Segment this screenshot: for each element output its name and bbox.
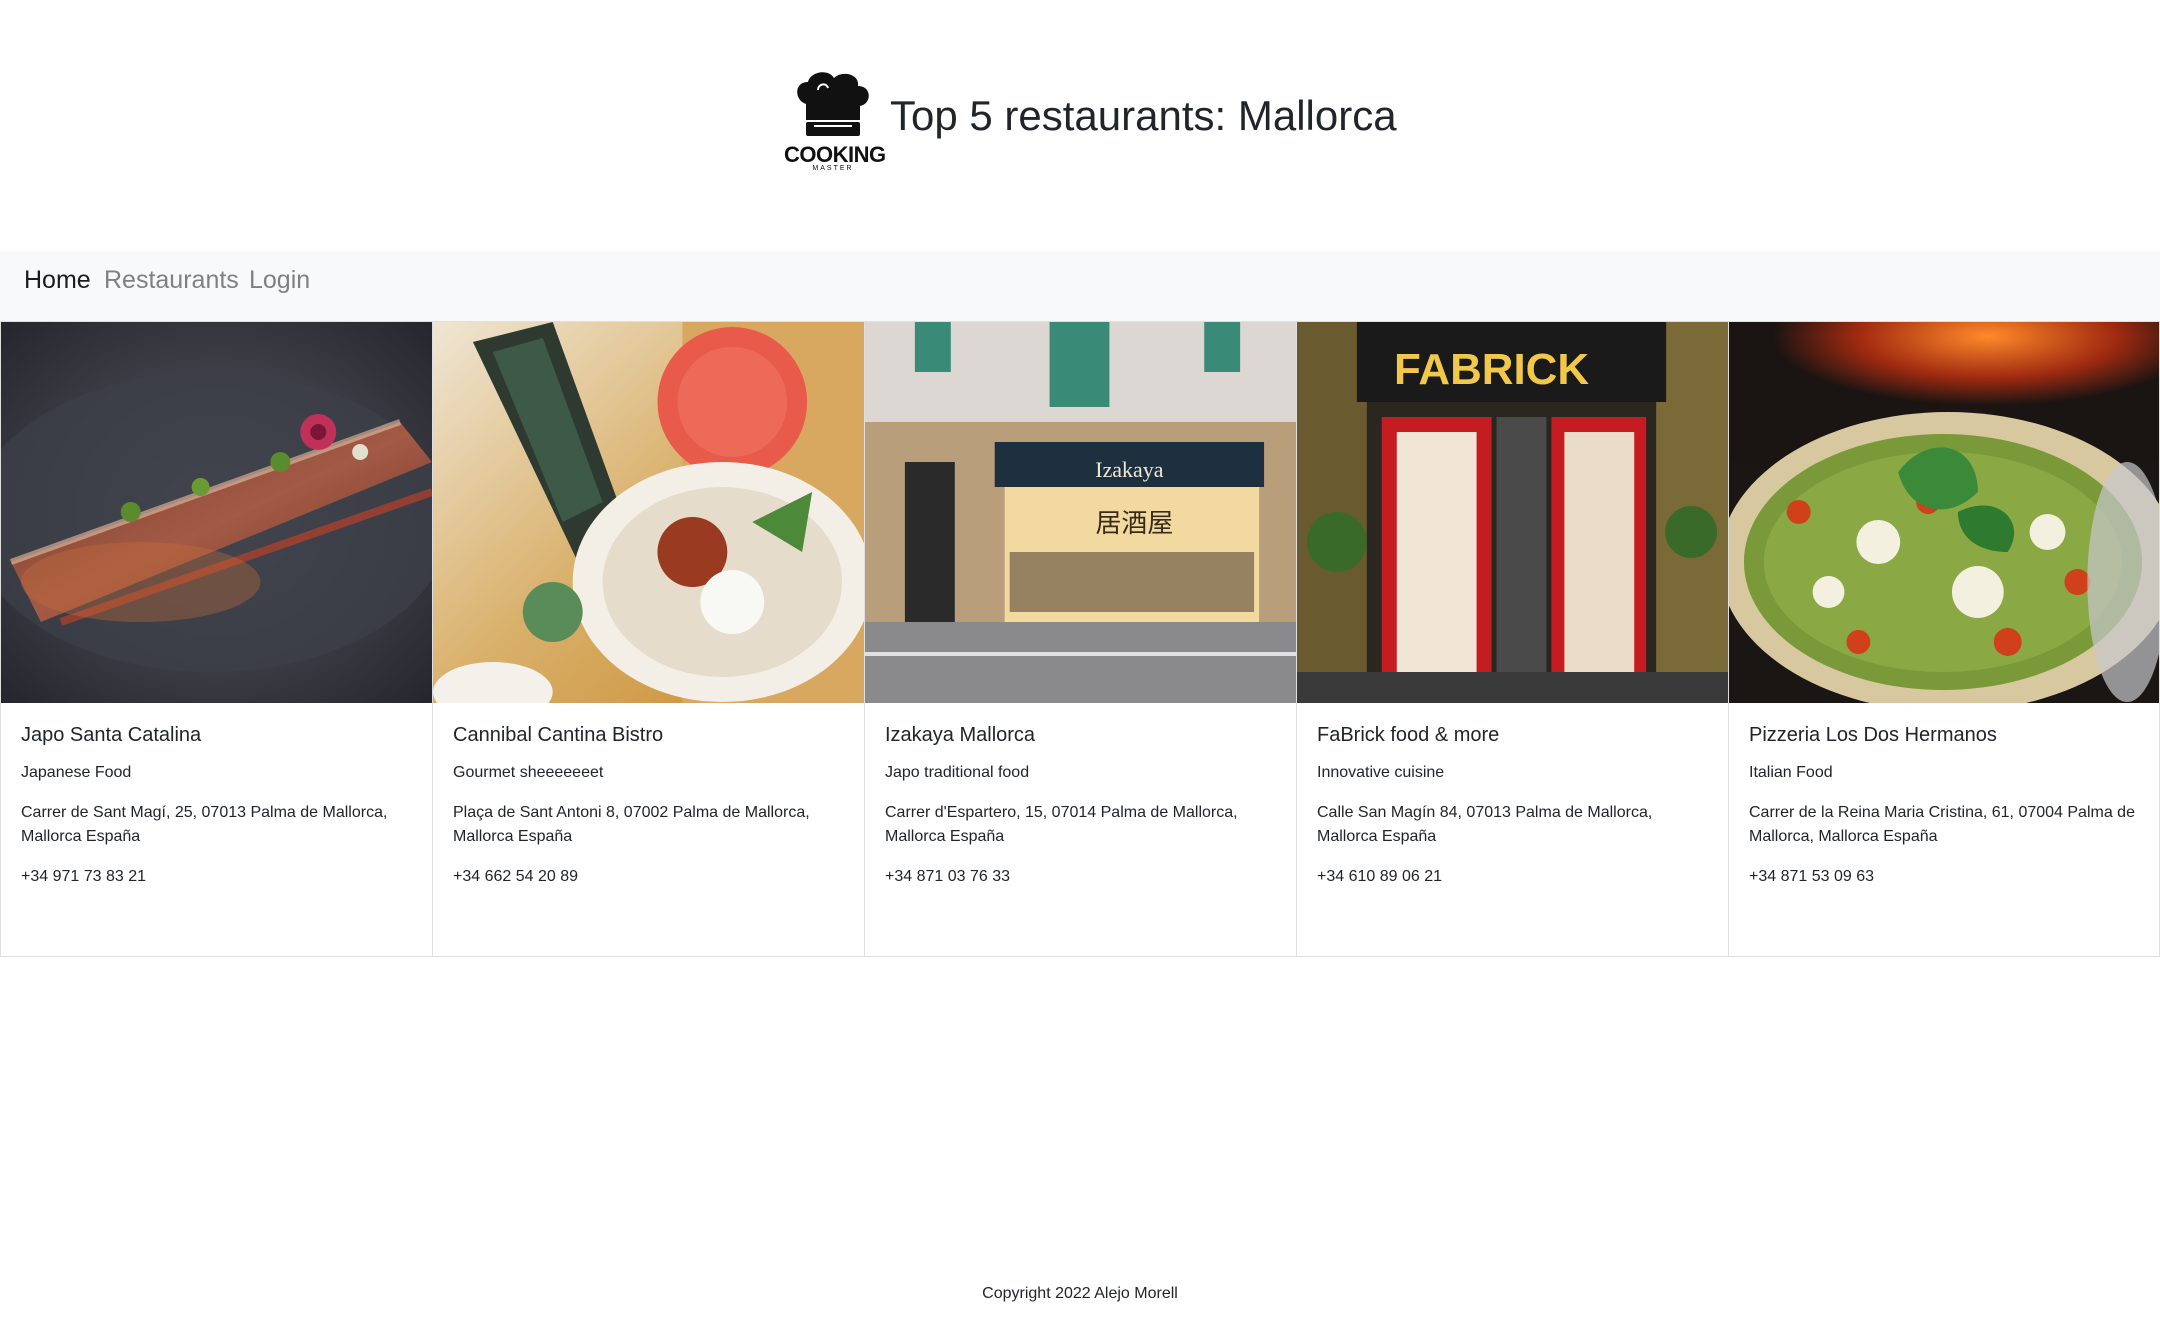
izakaya-kanji-text: 居酒屋 <box>1095 509 1173 539</box>
restaurant-name: Izakaya Mallorca <box>885 724 1036 746</box>
restaurant-card[interactable]: Pizzeria Los Dos Hermanos Italian Food C… <box>1728 321 2160 957</box>
page-title: Top 5 restaurants: Mallorca <box>890 92 1397 139</box>
restaurant-card[interactable]: Japo Santa Catalina Japanese Food Carrer… <box>0 321 432 957</box>
restaurant-card[interactable]: FABRICK FaBrick food & more Innovative c… <box>1296 321 1728 957</box>
restaurant-address: Carrer d'Espartero, 15, 07014 Palma de M… <box>885 804 1238 845</box>
restaurant-cuisine: Italian Food <box>1749 764 1833 781</box>
restaurant-phone: +34 871 53 09 63 <box>1749 868 1875 885</box>
restaurant-name: FaBrick food & more <box>1317 724 1500 746</box>
restaurant-name: Cannibal Cantina Bistro <box>453 724 664 746</box>
nav-restaurants[interactable]: Restaurants <box>104 266 239 295</box>
restaurant-phone: +34 971 73 83 21 <box>21 868 147 885</box>
restaurant-name: Pizzeria Los Dos Hermanos <box>1749 724 1997 746</box>
restaurant-phone: +34 871 03 76 33 <box>885 868 1011 885</box>
cooking-master-logo[interactable]: COOKING MASTER <box>784 70 886 174</box>
pesto-pizza-photo <box>1729 322 2159 703</box>
restaurant-card[interactable]: Izakaya 居酒屋 Izakaya Mallorca Japo tradit… <box>864 321 1296 957</box>
fabrick-storefront-photo: FABRICK <box>1297 322 1728 703</box>
logo-subtitle: MASTER <box>812 165 854 172</box>
restaurant-phone: +34 610 89 06 21 <box>1317 868 1443 885</box>
restaurant-cuisine: Japanese Food <box>21 764 132 781</box>
restaurant-cuisine: Japo traditional food <box>885 764 1030 781</box>
izakaya-storefront-photo: Izakaya 居酒屋 <box>865 322 1296 703</box>
restaurant-card-grid: Japo Santa Catalina Japanese Food Carrer… <box>0 321 2160 957</box>
navbar <box>0 251 2160 321</box>
restaurant-card[interactable]: Cannibal Cantina Bistro Gourmet sheeeeee… <box>432 321 864 957</box>
restaurant-cuisine: Innovative cuisine <box>1317 764 1445 781</box>
izakaya-sign-text: Izakaya <box>1095 457 1163 482</box>
restaurant-phone: +34 662 54 20 89 <box>453 868 579 885</box>
restaurant-address: Carrer de la Reina Maria Cristina, 61, 0… <box>1749 804 2135 845</box>
restaurant-name: Japo Santa Catalina <box>21 724 202 746</box>
restaurant-address: Calle San Magín 84, 07013 Palma de Mallo… <box>1317 804 1653 845</box>
chef-hat-icon <box>797 72 869 136</box>
nav-login[interactable]: Login <box>249 266 310 295</box>
sushi-roll-photo <box>1 322 432 703</box>
restaurant-address: Plaça de Sant Antoni 8, 07002 Palma de M… <box>453 804 810 845</box>
drinks-and-dish-photo <box>433 322 864 703</box>
restaurant-cuisine: Gourmet sheeeeeeet <box>453 764 604 781</box>
nav-home[interactable]: Home <box>24 266 91 295</box>
restaurant-address: Carrer de Sant Magí, 25, 07013 Palma de … <box>21 804 388 845</box>
footer-copyright: Copyright 2022 Alejo Morell <box>982 1285 1178 1302</box>
fabrick-sign-text: FABRICK <box>1394 345 1589 394</box>
page-header: COOKING MASTER Top 5 restaurants: Mallor… <box>0 0 2160 251</box>
